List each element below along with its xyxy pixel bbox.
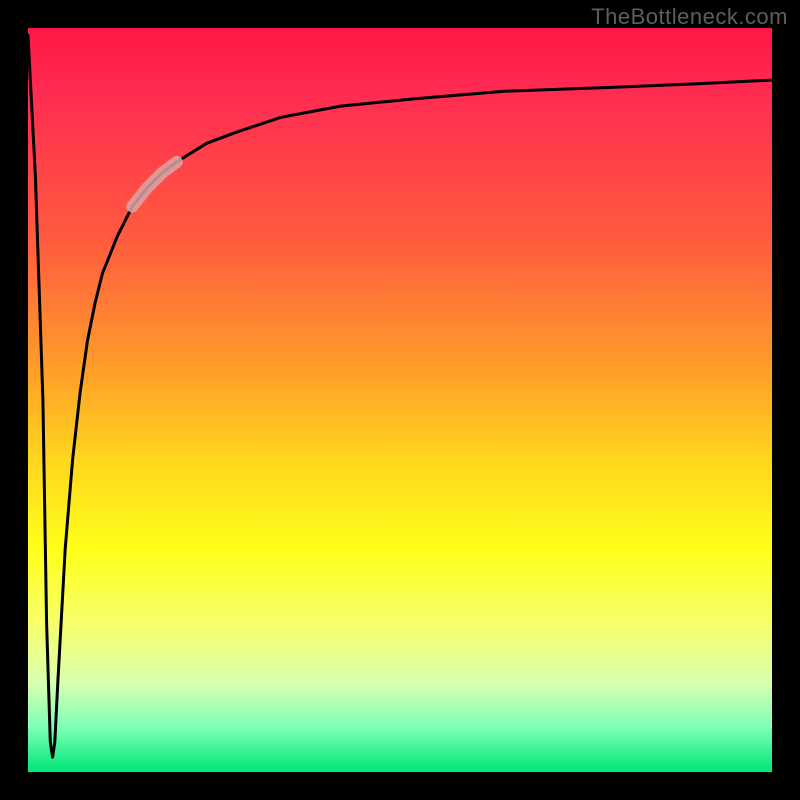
bottleneck-curve-path [28,35,772,757]
chart-frame: TheBottleneck.com [0,0,800,800]
plot-area [28,28,772,772]
watermark-text: TheBottleneck.com [591,4,788,30]
highlight-segment-path [132,162,177,207]
curve-svg [28,28,772,772]
